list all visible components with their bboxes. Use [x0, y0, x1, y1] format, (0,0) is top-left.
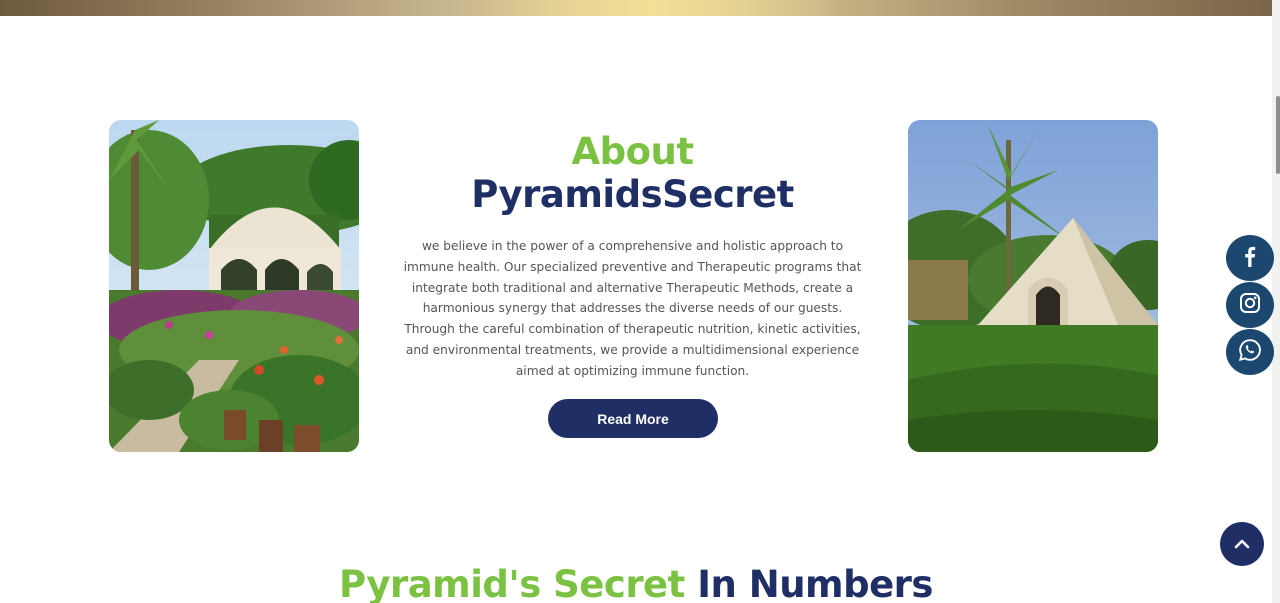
numbers-heading-green: Pyramid's Secret: [339, 563, 685, 603]
whatsapp-button[interactable]: [1226, 329, 1274, 375]
scrollbar-thumb[interactable]: [1276, 96, 1280, 174]
facebook-button[interactable]: [1226, 235, 1274, 281]
about-heading-line1: About: [571, 130, 694, 173]
garden-dome-photo: [109, 120, 359, 452]
numbers-heading: Pyramid's Secret In Numbers: [0, 562, 1272, 603]
about-description: we believe in the power of a comprehensi…: [403, 239, 862, 378]
whatsapp-icon: [1238, 338, 1262, 366]
about-heading-line2: PyramidsSecret: [471, 173, 794, 216]
instagram-button[interactable]: [1226, 282, 1274, 328]
chevron-up-icon: [1234, 535, 1250, 554]
instagram-icon: [1239, 292, 1261, 318]
read-more-button[interactable]: Read More: [548, 399, 718, 438]
pyramid-photo: [908, 120, 1158, 452]
about-heading: About PyramidsSecret: [400, 130, 865, 216]
numbers-heading-navy: In Numbers: [697, 563, 933, 603]
hero-banner-bottom-edge: [0, 0, 1272, 16]
back-to-top-button[interactable]: [1220, 522, 1264, 566]
facebook-icon: [1240, 245, 1260, 271]
